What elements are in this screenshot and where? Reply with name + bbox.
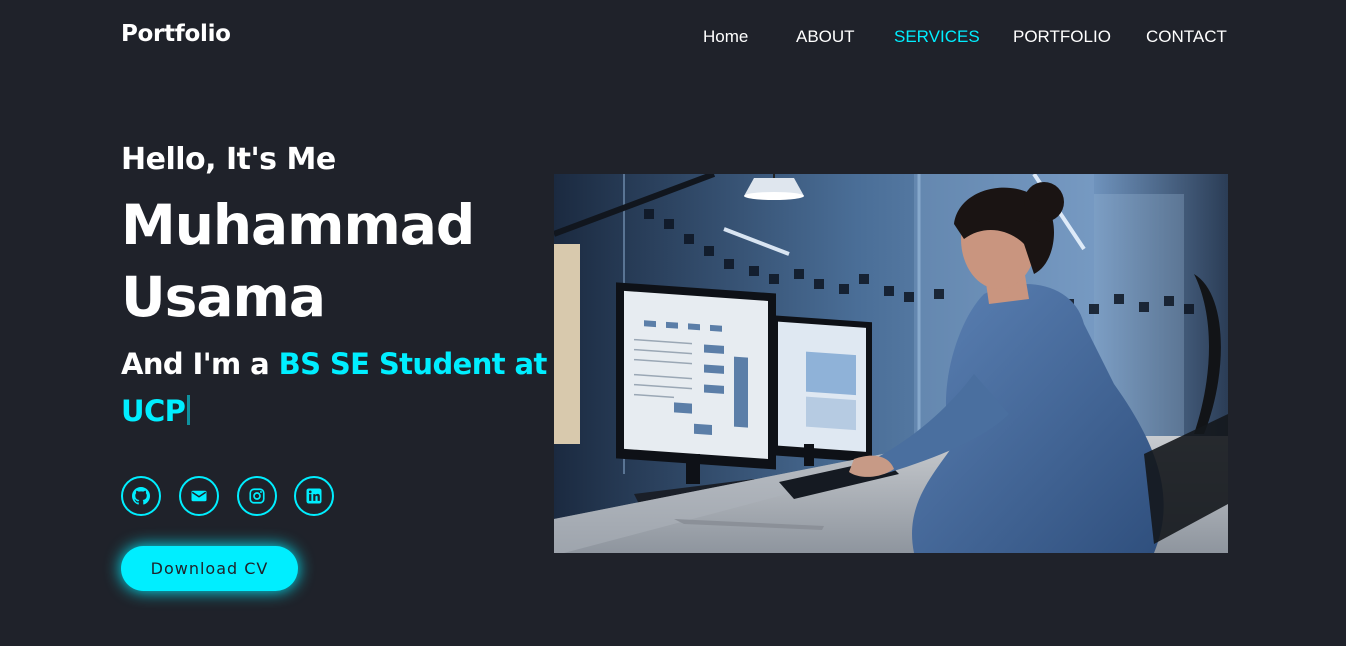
nav-link-contact[interactable]: CONTACT: [1146, 27, 1227, 47]
main-nav: Home ABOUT SERVICES PORTFOLIO CONTACT: [0, 27, 1346, 51]
hero-role-prefix: And I'm a: [121, 347, 279, 381]
nav-link-home[interactable]: Home: [703, 27, 748, 47]
hero-photo-illustration: [554, 174, 1228, 553]
github-link[interactable]: [121, 476, 161, 516]
hero-greeting: Hello, It's Me: [121, 142, 336, 177]
instagram-link[interactable]: [237, 476, 277, 516]
site-header: Portfolio Home ABOUT SERVICES PORTFOLIO …: [0, 0, 1346, 74]
github-icon: [132, 487, 150, 505]
nav-link-services[interactable]: SERVICES: [894, 27, 980, 47]
download-cv-button[interactable]: Download CV: [121, 546, 298, 591]
mail-link[interactable]: [179, 476, 219, 516]
mail-icon: [191, 490, 207, 502]
linkedin-icon: [306, 488, 322, 504]
hero-intro: Hello, It's Me Muhammad Usama And I'm a …: [121, 140, 561, 435]
nav-link-portfolio[interactable]: PORTFOLIO: [1013, 27, 1111, 47]
hero-name: Muhammad Usama: [121, 193, 475, 329]
typing-cursor: [187, 395, 191, 425]
linkedin-link[interactable]: [294, 476, 334, 516]
hero-image: [554, 174, 1228, 553]
hero-role: And I'm a BS SE Student at UCP: [121, 341, 561, 435]
instagram-icon: [249, 488, 265, 504]
nav-link-about[interactable]: ABOUT: [796, 27, 855, 47]
